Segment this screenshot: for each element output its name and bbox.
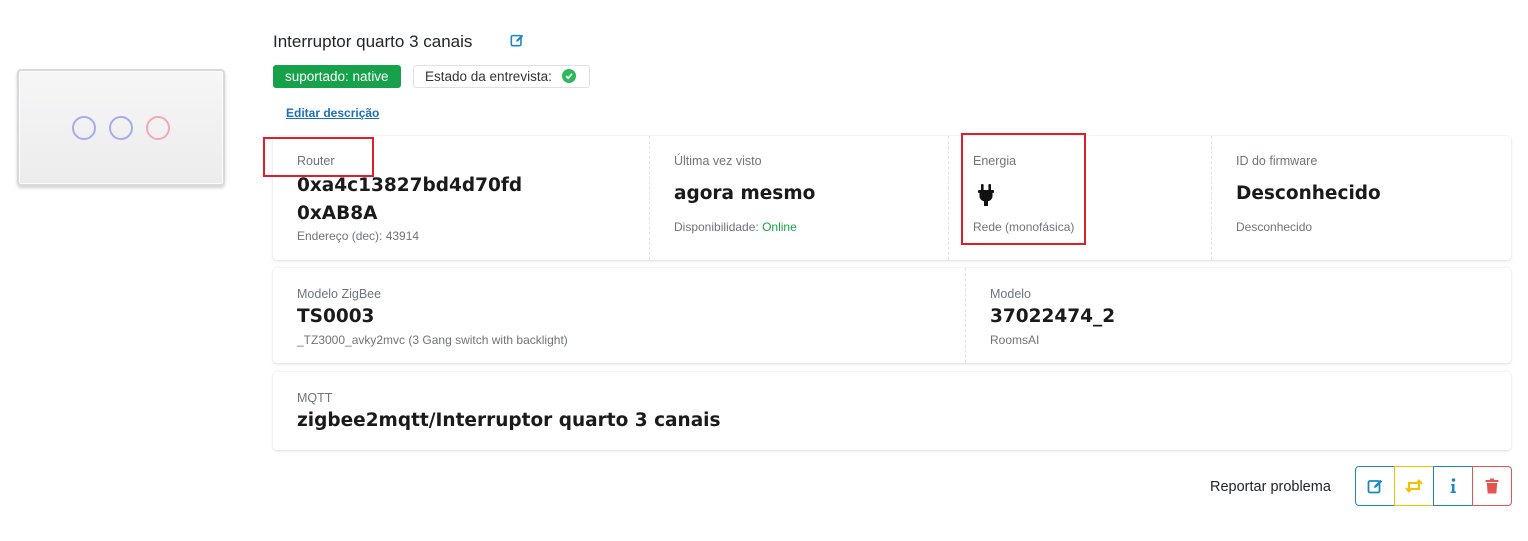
firmware-cell: ID do firmware Desconhecido Desconhecido [1212,136,1511,260]
firmware-value: Desconhecido [1236,183,1381,204]
zigbee-model-cell: Modelo ZigBee TS0003 _TZ3000_avky2mvc (3… [273,268,965,363]
zigbee-model-sub: _TZ3000_avky2mvc (3 Gang switch with bac… [297,333,568,347]
availability-label: Disponibilidade: [674,220,759,234]
vendor: RoomsAI [990,333,1040,347]
edit-icon[interactable] [510,33,524,47]
address-decimal: Endereço (dec): 43914 [297,229,420,243]
delete-device-button[interactable] [1472,466,1512,506]
info-icon [1450,478,1456,493]
edit-device-button[interactable] [1355,466,1395,506]
last-seen-cell: Última vez visto agora mesmo Disponibili… [650,136,948,260]
switch-button-3-icon [146,116,170,140]
check-circle-icon [562,69,576,83]
swap-icon [1405,478,1423,494]
availability: Disponibilidade: Online [674,220,797,234]
last-seen-value: agora mesmo [674,183,816,204]
availability-value: Online [762,220,797,234]
zigbee-model-value: TS0003 [297,306,375,327]
ieee-address: 0xa4c13827bd4d70fd [297,175,523,196]
power-highlight-box [961,133,1086,245]
switch-button-1-icon [72,116,96,140]
model-label: Modelo [990,287,1031,301]
interview-status-label: Estado da entrevista: [425,69,552,84]
model-cell: Modelo 37022474_2 RoomsAI [966,268,1511,363]
last-seen-label: Última vez visto [674,154,762,168]
firmware-label: ID do firmware [1236,154,1318,168]
trash-icon [1485,478,1499,494]
zigbee-model-label: Modelo ZigBee [297,287,382,301]
mqtt-label: MQTT [297,391,333,405]
model-value: 37022474_2 [990,306,1116,327]
edit-icon [1367,479,1383,494]
device-title: Interruptor quarto 3 canais [273,32,473,51]
firmware-sub: Desconhecido [1236,220,1313,234]
supported-badge: suportado: native [273,65,401,88]
info-button[interactable] [1433,466,1473,506]
device-image [17,69,225,186]
device-info-card: Router 0xa4c13827bd4d70fd 0xAB8A Endereç… [273,136,1511,260]
mqtt-topic: zigbee2mqtt/Interruptor quarto 3 canais [297,410,721,431]
swap-device-button[interactable] [1394,466,1434,506]
router-highlight-box [263,137,374,177]
network-address: 0xAB8A [297,203,378,224]
mqtt-card: MQTT zigbee2mqtt/Interruptor quarto 3 ca… [273,372,1511,450]
interview-status-badge: Estado da entrevista: [413,65,590,88]
model-card: Modelo ZigBee TS0003 _TZ3000_avky2mvc (3… [273,268,1511,363]
edit-description-link[interactable]: Editar descrição [286,106,379,120]
switch-button-2-icon [109,116,133,140]
report-problem-button[interactable]: Reportar problema [1210,479,1331,495]
